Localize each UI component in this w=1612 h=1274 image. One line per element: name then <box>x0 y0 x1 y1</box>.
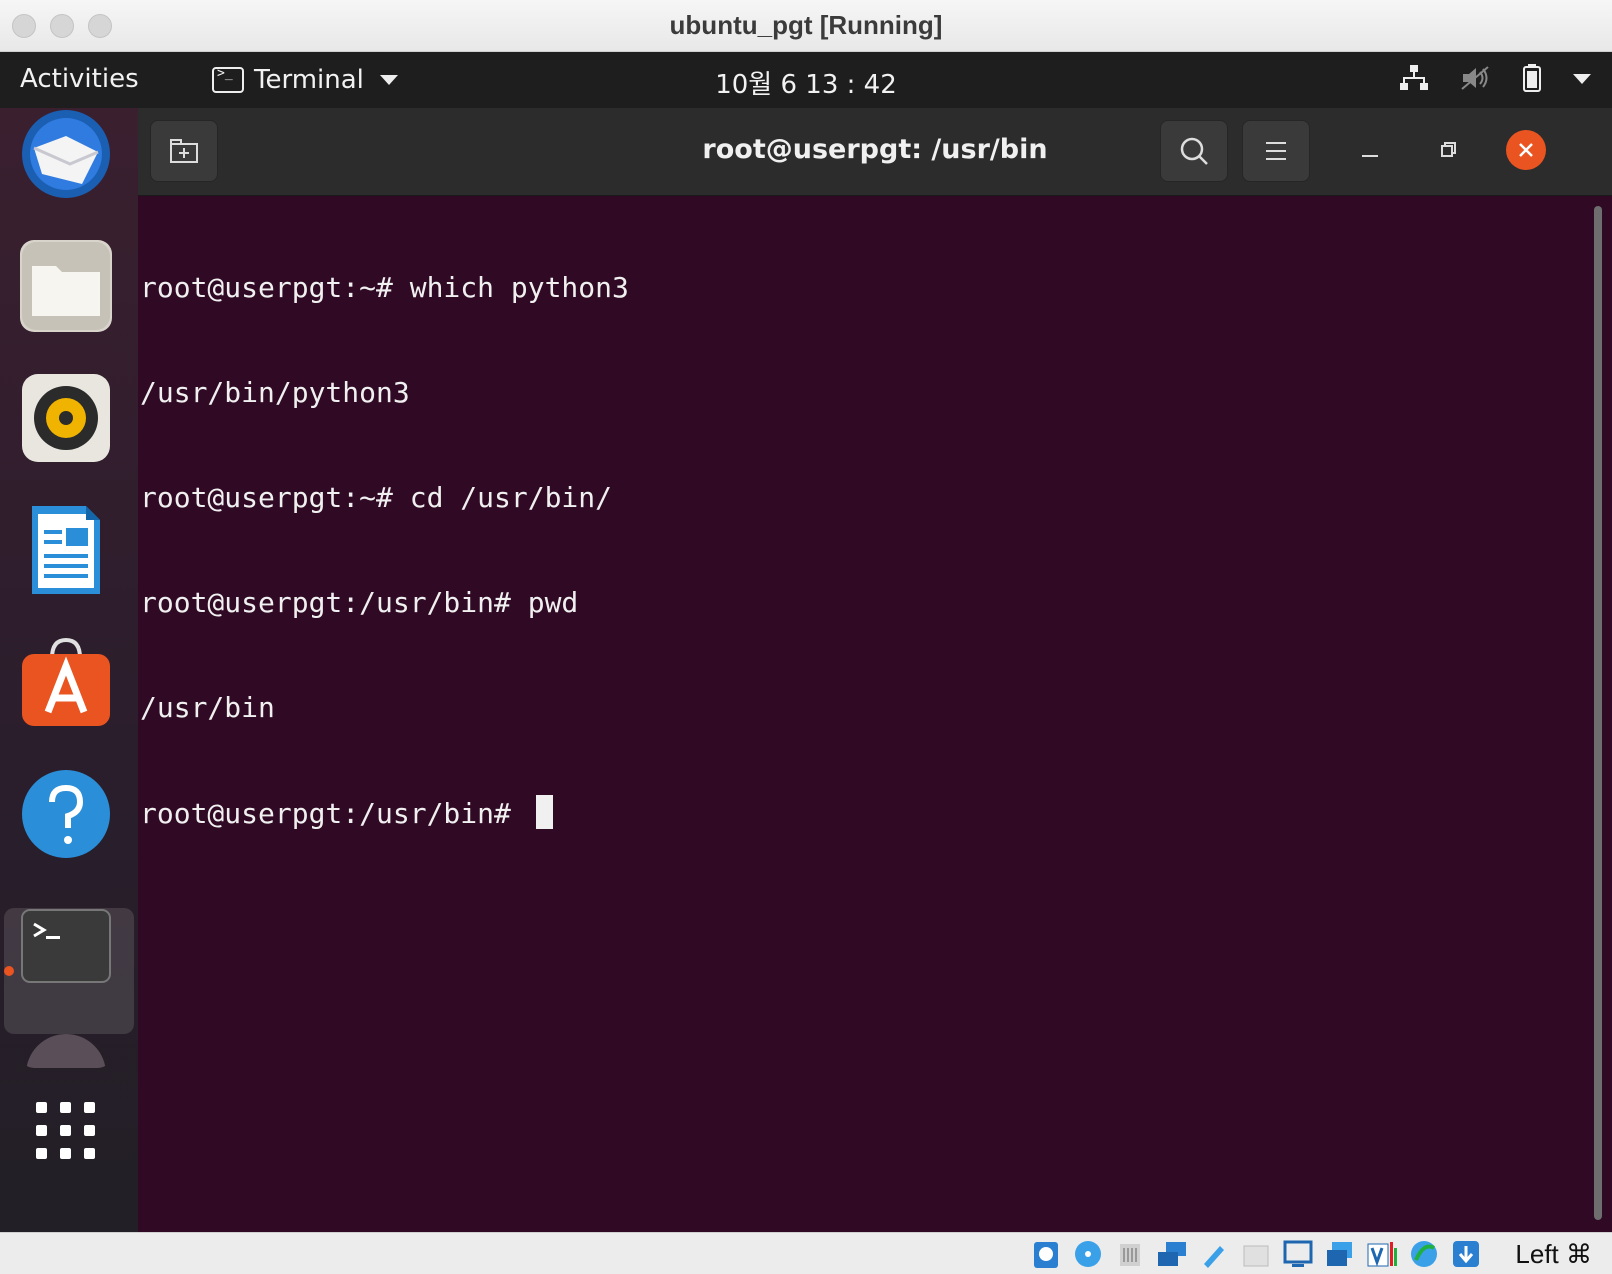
terminal-headerbar: root@userpgt: /usr/bin <box>138 108 1612 196</box>
minimize-icon <box>1362 155 1378 157</box>
terminal-output[interactable]: root@userpgt:~# which python3 /usr/bin/p… <box>138 196 1612 1232</box>
terminal-prompt: root@userpgt:/usr/bin# <box>140 797 528 830</box>
status-icons <box>1030 1238 1482 1270</box>
display-icon[interactable] <box>1282 1238 1314 1270</box>
trash-or-drive-icon[interactable] <box>20 1028 112 1068</box>
vt-x-icon[interactable] <box>1366 1238 1398 1270</box>
close-icon <box>1519 143 1533 157</box>
optical-drive-icon[interactable] <box>1072 1238 1104 1270</box>
host-key-indicator[interactable]: Left ⌘ <box>1515 1239 1592 1270</box>
ubuntu-software-icon[interactable] <box>20 636 112 728</box>
volume-muted-icon[interactable] <box>1460 63 1492 97</box>
gnome-top-bar: Activities Terminal 10월 6 13 : 42 <box>0 52 1612 108</box>
vm-window-title: ubuntu_pgt [Running] <box>669 10 943 40</box>
network-adapter-icon[interactable] <box>1156 1238 1188 1270</box>
terminal-line: /usr/bin <box>140 691 275 724</box>
vm-window-titlebar: ubuntu_pgt [Running] <box>0 0 1612 52</box>
terminal-title: root@userpgt: /usr/bin <box>702 134 1048 165</box>
battery-icon[interactable] <box>1522 63 1542 97</box>
audio-icon[interactable] <box>1114 1238 1146 1270</box>
terminal-line: root@userpgt:~# which python3 <box>140 271 629 304</box>
terminal-prompt-line[interactable]: root@userpgt:/usr/bin# <box>140 795 629 831</box>
capture-icon[interactable] <box>1324 1238 1356 1270</box>
usb-icon[interactable] <box>1198 1238 1230 1270</box>
guest-additions-icon[interactable] <box>1408 1238 1440 1270</box>
terminal-line: root@userpgt:/usr/bin# pwd <box>140 586 579 619</box>
thunderbird-icon[interactable] <box>20 108 112 200</box>
terminal-line: /usr/bin/python3 <box>140 376 410 409</box>
restore-icon <box>1441 142 1456 157</box>
terminal-line: root@userpgt:~# cd /usr/bin/ <box>140 481 613 514</box>
terminal-text: root@userpgt:~# which python3 /usr/bin/p… <box>140 200 629 901</box>
close-button[interactable] <box>1506 130 1546 170</box>
clock[interactable]: 10월 6 13 : 42 <box>0 64 1612 101</box>
minimize-button[interactable] <box>1350 130 1390 170</box>
show-applications-icon[interactable] <box>20 1096 112 1188</box>
hamburger-icon <box>1266 142 1286 160</box>
system-tray[interactable] <box>1398 62 1592 98</box>
rhythmbox-icon[interactable] <box>20 372 112 464</box>
network-icon[interactable] <box>1398 63 1430 97</box>
libreoffice-writer-icon[interactable] <box>20 504 112 596</box>
terminal-icon[interactable] <box>20 906 112 998</box>
text-cursor <box>535 795 553 829</box>
vm-status-bar: Left ⌘ <box>0 1232 1612 1274</box>
system-menu-caret-icon[interactable] <box>1572 71 1592 90</box>
files-icon[interactable] <box>20 240 112 332</box>
download-icon[interactable] <box>1450 1238 1482 1270</box>
maximize-button[interactable] <box>1428 130 1468 170</box>
hamburger-menu-button[interactable] <box>1242 120 1310 182</box>
shared-folders-icon[interactable] <box>1240 1238 1272 1270</box>
search-icon <box>1180 137 1208 165</box>
running-indicator <box>4 966 14 976</box>
help-icon[interactable] <box>20 768 112 860</box>
hard-disk-icon[interactable] <box>1030 1238 1062 1270</box>
dock <box>0 108 138 1232</box>
search-button[interactable] <box>1160 120 1228 182</box>
scrollbar[interactable] <box>1594 206 1602 1220</box>
